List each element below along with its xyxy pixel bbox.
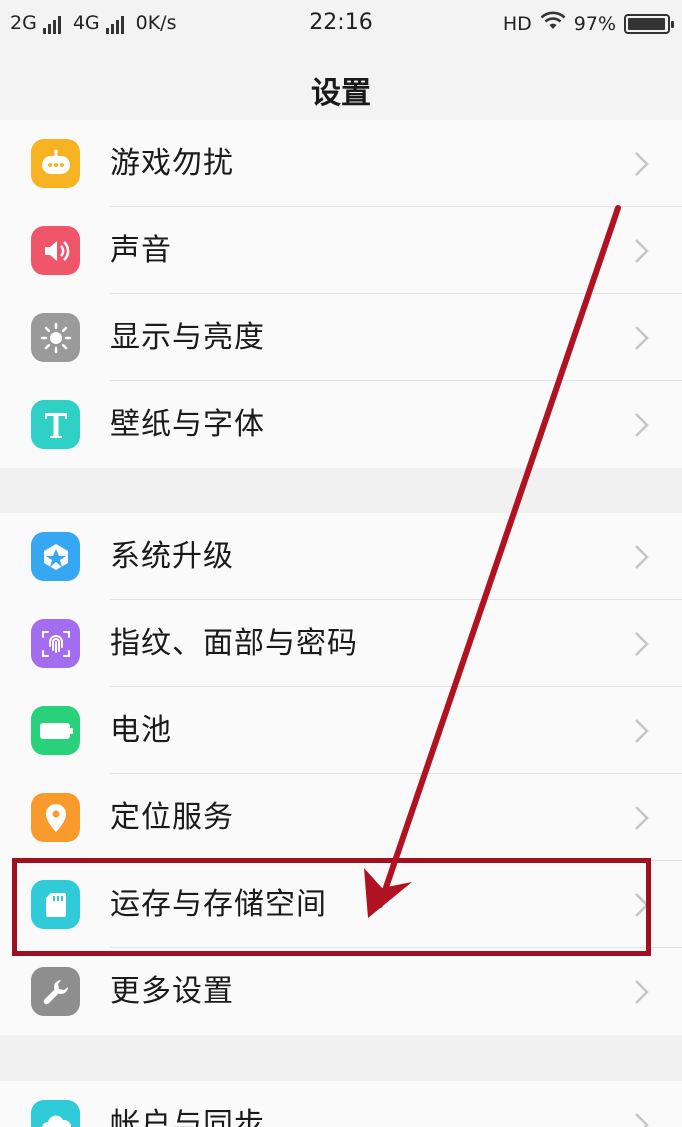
chevron-right-icon bbox=[630, 150, 652, 178]
settings-item-label: 更多设置 bbox=[110, 974, 234, 1009]
page-title: 设置 bbox=[311, 76, 371, 111]
settings-item-label: 帐户与同步 bbox=[110, 1107, 265, 1127]
hd-label: HD bbox=[502, 12, 532, 35]
speaker-icon bbox=[31, 226, 80, 275]
settings-item-fingerprint-face-password[interactable]: 指纹、面部与密码 bbox=[0, 600, 682, 687]
battery-percent: 97% bbox=[573, 12, 616, 35]
status-bar: 2G 4G 0K/s 22:16 HD 97% bbox=[0, 0, 682, 46]
chevron-right-icon bbox=[630, 717, 652, 745]
settings-item-wallpaper-font[interactable]: 壁纸与字体 bbox=[0, 381, 682, 468]
settings-item-label: 显示与亮度 bbox=[110, 320, 265, 355]
status-right: HD 97% bbox=[502, 11, 674, 36]
battery-icon bbox=[31, 706, 80, 755]
settings-group-2: 系统升级 指纹、面部与密码 电池 定位服务 运存与存储空间 更多设置 bbox=[0, 513, 682, 1035]
chevron-right-icon bbox=[630, 1111, 652, 1127]
settings-item-label: 电池 bbox=[110, 713, 172, 748]
chevron-right-icon bbox=[630, 237, 652, 265]
brightness-icon bbox=[31, 313, 80, 362]
settings-item-label: 游戏勿扰 bbox=[110, 146, 234, 181]
settings-item-label: 运存与存储空间 bbox=[110, 887, 327, 922]
settings-item-memory-storage[interactable]: 运存与存储空间 bbox=[0, 861, 682, 948]
settings-group-1: 游戏勿扰 声音 显示与亮度 壁纸与字体 bbox=[0, 120, 682, 468]
sync-cloud-icon bbox=[31, 1100, 80, 1127]
chevron-right-icon bbox=[630, 543, 652, 571]
chevron-right-icon bbox=[630, 804, 652, 832]
battery-level-icon bbox=[624, 13, 674, 34]
chevron-right-icon bbox=[630, 891, 652, 919]
settings-group-3: 帐户与同步 bbox=[0, 1081, 682, 1127]
settings-item-battery[interactable]: 电池 bbox=[0, 687, 682, 774]
chevron-right-icon bbox=[630, 978, 652, 1006]
settings-item-label: 声音 bbox=[110, 233, 172, 268]
gamepad-icon bbox=[31, 139, 80, 188]
location-pin-icon bbox=[31, 793, 80, 842]
settings-item-accounts-sync[interactable]: 帐户与同步 bbox=[0, 1081, 682, 1127]
settings-item-game-dnd[interactable]: 游戏勿扰 bbox=[0, 120, 682, 207]
wrench-icon bbox=[31, 967, 80, 1016]
font-t-icon bbox=[31, 400, 80, 449]
settings-item-label: 指纹、面部与密码 bbox=[110, 626, 358, 661]
chevron-right-icon bbox=[630, 411, 652, 439]
sd-card-icon bbox=[31, 880, 80, 929]
upgrade-icon bbox=[31, 532, 80, 581]
settings-item-label: 壁纸与字体 bbox=[110, 407, 265, 442]
settings-item-label: 定位服务 bbox=[110, 800, 234, 835]
settings-item-more-settings[interactable]: 更多设置 bbox=[0, 948, 682, 1035]
settings-item-location[interactable]: 定位服务 bbox=[0, 774, 682, 861]
settings-item-label: 系统升级 bbox=[110, 539, 234, 574]
settings-item-sound[interactable]: 声音 bbox=[0, 207, 682, 294]
settings-item-system-upgrade[interactable]: 系统升级 bbox=[0, 513, 682, 600]
wifi-icon bbox=[540, 11, 566, 36]
fingerprint-icon bbox=[31, 619, 80, 668]
settings-item-display[interactable]: 显示与亮度 bbox=[0, 294, 682, 381]
chevron-right-icon bbox=[630, 630, 652, 658]
chevron-right-icon bbox=[630, 324, 652, 352]
